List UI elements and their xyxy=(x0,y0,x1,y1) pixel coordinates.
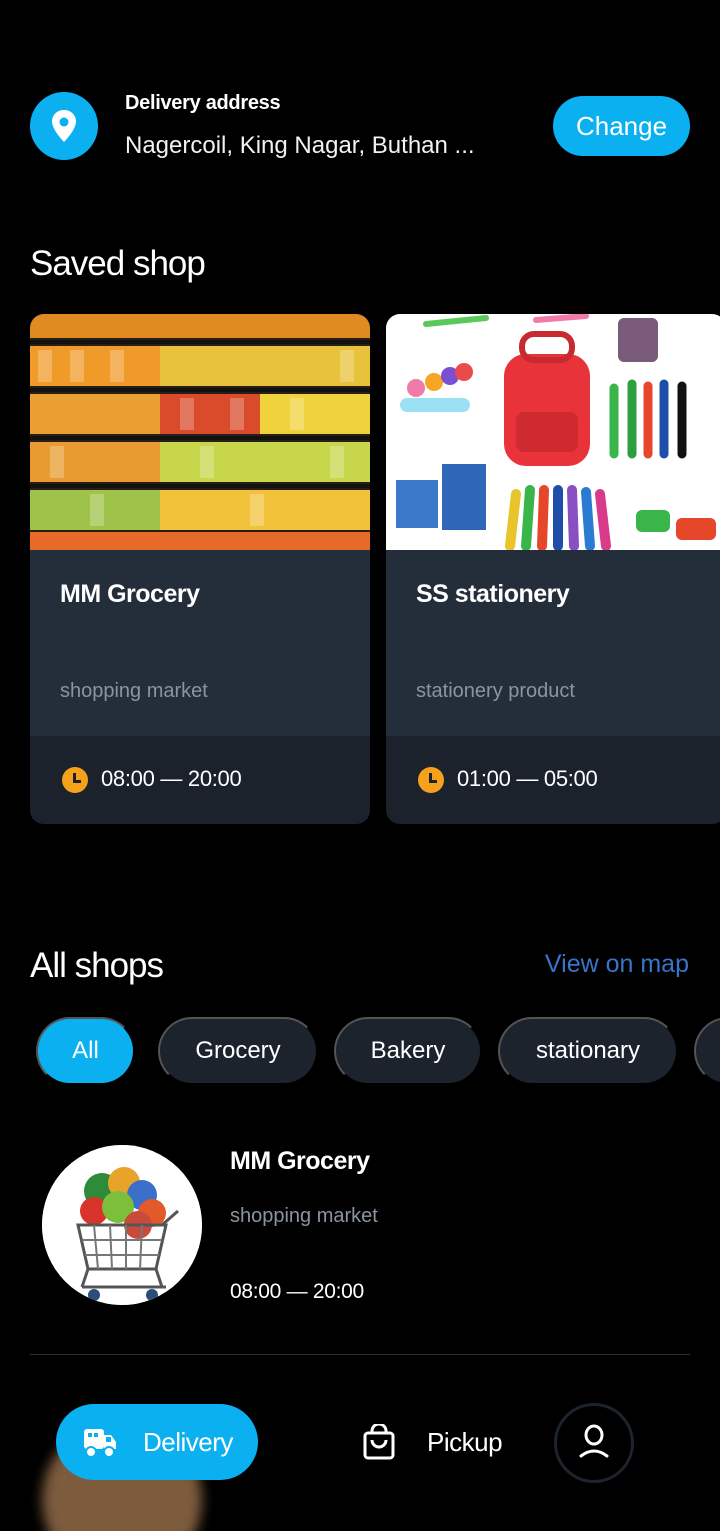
nav-delivery-label: Delivery xyxy=(143,1427,233,1457)
change-address-button[interactable]: Change xyxy=(553,96,690,156)
saved-shop-card[interactable]: SS stationery stationery product 01:00 —… xyxy=(386,314,720,824)
shop-hours: 08:00 — 20:00 xyxy=(101,766,242,791)
chip-all[interactable]: All xyxy=(36,1017,135,1085)
shop-category: shopping market xyxy=(60,680,208,702)
nav-pickup-button[interactable]: Pickup xyxy=(360,1418,520,1466)
user-icon xyxy=(579,1424,609,1463)
shop-hours-bar: 08:00 — 20:00 xyxy=(30,736,370,824)
shop-name: MM Grocery xyxy=(60,580,200,608)
delivery-address-value[interactable]: Nagercoil, King Nagar, Buthan ... xyxy=(125,132,475,160)
clock-icon xyxy=(418,767,444,793)
shop-category: stationery product xyxy=(416,680,575,702)
nav-delivery-button[interactable]: Delivery xyxy=(56,1404,258,1480)
view-on-map-link[interactable]: View on map xyxy=(545,950,689,979)
clock-icon xyxy=(62,767,88,793)
saved-shop-card[interactable]: MM Grocery shopping market 08:00 — 20:00 xyxy=(30,314,370,824)
location-pin-icon xyxy=(30,92,98,160)
shop-name: SS stationery xyxy=(416,580,570,608)
shop-category: shopping market xyxy=(230,1205,378,1227)
chip-stationary[interactable]: stationary xyxy=(498,1017,678,1085)
shop-image xyxy=(30,314,370,550)
delivery-address-title: Delivery address xyxy=(125,92,281,114)
nav-pickup-label: Pickup xyxy=(427,1427,503,1457)
saved-shops-carousel[interactable]: MM Grocery shopping market 08:00 — 20:00 xyxy=(30,314,720,824)
chip-bakery[interactable]: Bakery xyxy=(334,1017,482,1085)
delivery-truck-icon xyxy=(82,1425,118,1464)
category-filter-chips: All Grocery Bakery stationary xyxy=(36,1017,720,1085)
delivery-address-header: Delivery address Nagercoil, King Nagar, … xyxy=(30,92,690,160)
shop-image xyxy=(386,314,720,550)
chip-more[interactable] xyxy=(694,1017,720,1085)
shop-hours: 01:00 — 05:00 xyxy=(457,766,598,791)
saved-shop-title: Saved shop xyxy=(30,244,206,283)
nav-profile-button[interactable] xyxy=(554,1403,634,1483)
shop-hours-bar: 01:00 — 05:00 xyxy=(386,736,720,824)
shopping-bag-icon xyxy=(362,1422,396,1465)
shop-avatar xyxy=(42,1145,202,1305)
shop-list-item[interactable]: MM Grocery shopping market 08:00 — 20:00 xyxy=(30,1145,690,1355)
all-shops-title: All shops xyxy=(30,946,164,985)
shop-name: MM Grocery xyxy=(230,1147,370,1175)
shop-hours: 08:00 — 20:00 xyxy=(230,1280,364,1303)
chip-grocery[interactable]: Grocery xyxy=(158,1017,318,1085)
